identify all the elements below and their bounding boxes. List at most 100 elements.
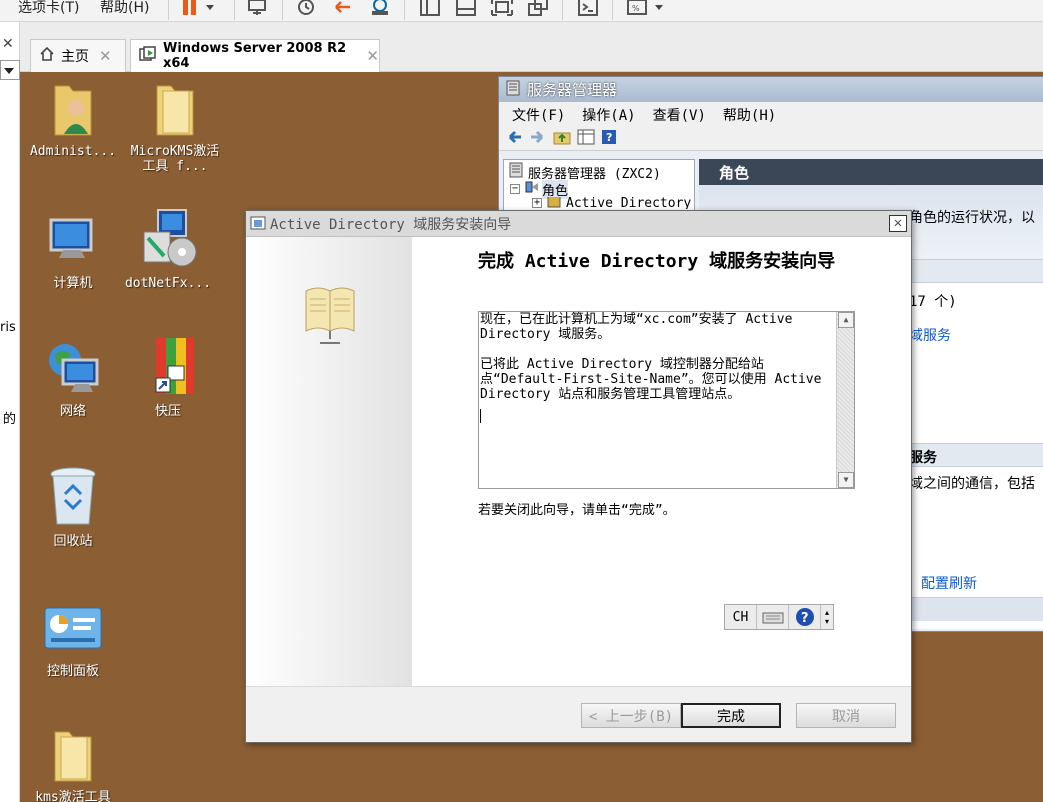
scroll-down-icon[interactable]: ▼ (838, 472, 854, 488)
toolbar-separator (168, 0, 169, 20)
manage-snapshots-icon[interactable] (366, 0, 394, 18)
console-tree-icon[interactable] (577, 129, 595, 149)
send-keys-icon[interactable] (244, 0, 272, 18)
toolbar-separator (404, 0, 405, 20)
close-icon[interactable]: ✕ (99, 47, 112, 65)
toolbar-separator (612, 0, 613, 20)
menu-help[interactable]: 帮助(H) (100, 0, 149, 17)
roles-header: 角色 (699, 159, 1043, 185)
toolbar-separator (282, 0, 283, 20)
help-icon[interactable]: ? (601, 129, 617, 149)
ad-description: 域之间的通信，包括 (909, 476, 1035, 492)
desktop-icon-kuaiya[interactable]: 快压 (123, 336, 213, 419)
tab-label: 主页 (61, 49, 89, 65)
installer-icon (143, 209, 197, 267)
wizard-button-bar: < 上一步(B) 完成 取消 (246, 686, 911, 742)
language-bar-options[interactable]: ▴ ▾ (821, 605, 833, 629)
expand-icon[interactable]: + (532, 198, 542, 208)
forward-arrow-icon[interactable] (529, 129, 547, 149)
menu-tabs[interactable]: 选项卡(T) (18, 0, 79, 17)
wizard-titlebar: Active Directory 域服务安装向导 ✕ (246, 211, 911, 237)
back-button[interactable]: < 上一步(B) (581, 703, 681, 728)
close-icon[interactable]: ✕ (889, 215, 907, 232)
fullscreen-icon[interactable] (488, 0, 516, 18)
wizard-app-icon (250, 215, 266, 235)
network-icon (49, 344, 99, 392)
back-arrow-icon[interactable] (505, 129, 523, 149)
tree-item-label: 角色 (542, 179, 569, 199)
roles-icon (524, 179, 540, 199)
menu-file[interactable]: 文件(F) (512, 105, 565, 125)
desktop-icon-microkms[interactable]: MicroKMS激活工具 f... (130, 78, 220, 174)
folder-icon (54, 731, 92, 782)
desktop-icon-network[interactable]: 网络 (28, 338, 118, 419)
folder-icon (156, 85, 194, 136)
unity-icon[interactable] (524, 0, 552, 18)
menu-help[interactable]: 帮助(H) (723, 105, 776, 125)
desktop-icon-dotnetfx[interactable]: dotNetFx... (123, 208, 213, 291)
book-icon (305, 287, 355, 344)
desktop-icon-control-panel[interactable]: 控制面板 (28, 604, 118, 679)
ad-wizard-dialog: Active Directory 域服务安装向导 ✕ 完成 Active Dir… (245, 210, 912, 743)
vmware-toolbar: 选项卡(T) 帮助(H) % (0, 0, 1043, 22)
snapshot-icon[interactable] (292, 0, 320, 18)
roles-summary-text: 角色的运行状况，以 (909, 210, 1035, 226)
menu-action[interactable]: 操作(A) (582, 105, 635, 125)
finish-button[interactable]: 完成 (681, 703, 781, 728)
desktop-icon-label: kms激活工具 (35, 790, 111, 802)
menu-view[interactable]: 查看(V) (653, 105, 706, 125)
language-bar: CH ? ▴ ▾ (724, 604, 834, 630)
summary-paragraph: 现在，已在此计算机上为域“xc.com”安装了 Active Directory… (480, 312, 793, 342)
collapse-icon[interactable]: − (510, 184, 520, 194)
close-icon[interactable]: ✕ (366, 47, 379, 65)
desktop-icon-label: MicroKMS激活工具 f... (130, 144, 220, 174)
scrollbar[interactable]: ▲ ▼ (836, 312, 854, 488)
toolbar-separator (234, 0, 235, 20)
sidebar-icon[interactable] (416, 0, 444, 18)
desktop-icon-computer[interactable]: 计算机 (28, 212, 118, 291)
zoom-icon[interactable]: % (624, 0, 668, 18)
svg-text:?: ? (801, 611, 809, 626)
tree-item-active-directory[interactable]: + Active Directory (532, 197, 691, 209)
desktop-icon-kms[interactable]: kms激活工具 (28, 724, 118, 802)
wizard-summary-textbox[interactable]: 现在，已在此计算机上为域“xc.com”安装了 Active Directory… (478, 311, 855, 489)
desktop-icon-administrator[interactable]: Administ... (28, 78, 118, 159)
single-view-icon[interactable] (452, 0, 480, 18)
keyboard-icon[interactable] (757, 605, 789, 629)
desktop-icon-label: Administ... (29, 144, 117, 159)
tab-label: Windows Server 2008 R2 x64 (163, 41, 347, 71)
computer-icon (49, 218, 93, 258)
pause-icon[interactable] (178, 0, 222, 18)
help-icon[interactable]: ? (789, 605, 821, 629)
ad-ds-link[interactable]: 域服务 (909, 325, 951, 345)
server-manager-menubar: 文件(F) 操作(A) 查看(V) 帮助(H) (499, 102, 1043, 127)
revert-icon[interactable] (330, 0, 358, 18)
tab-bar: 主页 ✕ Windows Server 2008 R2 x64 ✕ (20, 22, 1043, 72)
desktop-icon-label: dotNetFx... (124, 276, 212, 291)
desktop-icon-label: 快压 (154, 404, 181, 419)
server-manager-toolbar: ? (499, 127, 1043, 151)
server-manager-title: 服务器管理器 (527, 81, 618, 99)
server-manager-titlebar: 服务器管理器 (499, 77, 1043, 102)
wizard-footer-text: 若要关闭此向导，请单击“完成”。 (478, 503, 676, 518)
tree-item-roles[interactable]: − 角色 (510, 179, 569, 199)
tab-vm[interactable]: Windows Server 2008 R2 x64 ✕ (130, 39, 380, 72)
language-indicator[interactable]: CH (725, 605, 757, 629)
wizard-side-banner (246, 237, 412, 686)
section-title: 服务 (909, 450, 937, 466)
svg-text:%: % (632, 4, 640, 13)
home-icon (39, 46, 55, 66)
console-icon[interactable] (574, 0, 602, 18)
scroll-up-icon[interactable]: ▲ (838, 312, 854, 328)
desktop-icon-recycle-bin[interactable]: 回收站 (28, 464, 118, 549)
up-folder-icon[interactable] (553, 129, 571, 149)
library-dropdown[interactable] (0, 60, 20, 80)
configure-refresh-link[interactable]: 配置刷新 (921, 573, 977, 593)
close-icon[interactable]: ✕ (2, 36, 14, 52)
svg-text:?: ? (606, 131, 612, 144)
tab-home[interactable]: 主页 ✕ (30, 39, 126, 72)
library-text-fragment: 的 (3, 412, 17, 427)
guest-desktop: Administ... MicroKMS激活工具 f... 计算机 dotNet… (20, 72, 1043, 802)
server-icon (505, 80, 521, 100)
cancel-button[interactable]: 取消 (796, 703, 896, 728)
